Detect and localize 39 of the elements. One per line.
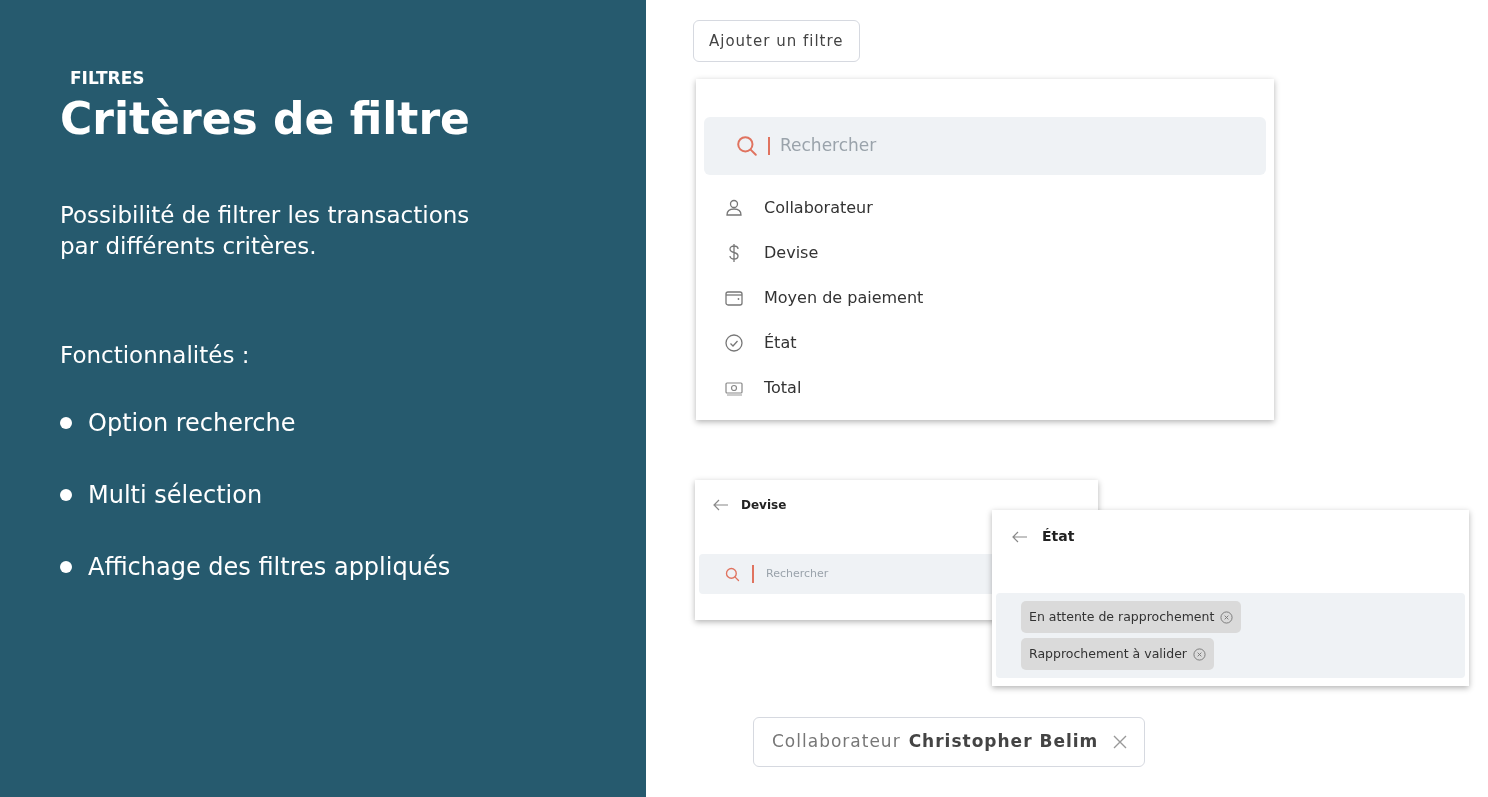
menu-item[interactable]: Moyen de paiement — [704, 275, 1266, 320]
description: Possibilité de filtrer les transactions par différents critères. — [60, 201, 471, 262]
text-cursor — [752, 565, 754, 583]
search-icon — [725, 566, 740, 582]
filter-field-label: Collaborateur — [772, 730, 901, 754]
check-circle-icon — [724, 332, 744, 353]
bullet-icon — [60, 416, 72, 429]
close-icon — [1112, 734, 1129, 750]
feature-text: Affichage des filtres appliqués — [88, 551, 451, 583]
feature-text: Option recherche — [88, 407, 296, 439]
remove-icon — [1220, 610, 1234, 624]
panel-title: État — [1042, 527, 1075, 546]
add-filter-button[interactable]: Ajouter un filtre — [693, 20, 860, 62]
back-arrow-icon — [1012, 530, 1028, 543]
search-input[interactable]: Rechercher — [780, 133, 1266, 159]
features-heading: Fonctionnalités : — [60, 341, 251, 371]
search-input[interactable]: Rechercher — [766, 565, 886, 583]
menu-item[interactable]: État — [704, 320, 1266, 365]
selected-chip[interactable]: Rapprochement à valider — [1021, 638, 1214, 670]
feature-text: Multi sélection — [88, 479, 263, 511]
bullet-icon — [60, 488, 72, 501]
filter-value: Christopher Belim — [908, 730, 1099, 754]
search-icon — [736, 135, 758, 157]
back-arrow-icon — [713, 499, 729, 511]
menu-item[interactable]: Total — [704, 365, 1266, 410]
panel-title: Devise — [741, 497, 787, 514]
search-field[interactable]: Rechercher — [704, 117, 1266, 175]
remove-icon — [1193, 647, 1206, 661]
bullet-icon — [60, 560, 72, 573]
menu-item[interactable]: Devise — [704, 230, 1266, 275]
remove-filter-button[interactable] — [1112, 734, 1129, 750]
person-icon — [724, 197, 744, 218]
applied-filter[interactable]: Collaborateur Christopher Belim — [753, 717, 1146, 767]
section-label: FILTRES — [69, 67, 146, 90]
selection-field[interactable]: En attente de rapprochement Rapprochement à valider — [996, 593, 1465, 678]
text-cursor — [768, 137, 770, 155]
menu-item[interactable]: Collaborateur — [704, 185, 1266, 230]
slide-title: Critères de filtre — [60, 93, 471, 145]
selected-chip[interactable]: En attente de rapprochement — [1021, 601, 1242, 633]
